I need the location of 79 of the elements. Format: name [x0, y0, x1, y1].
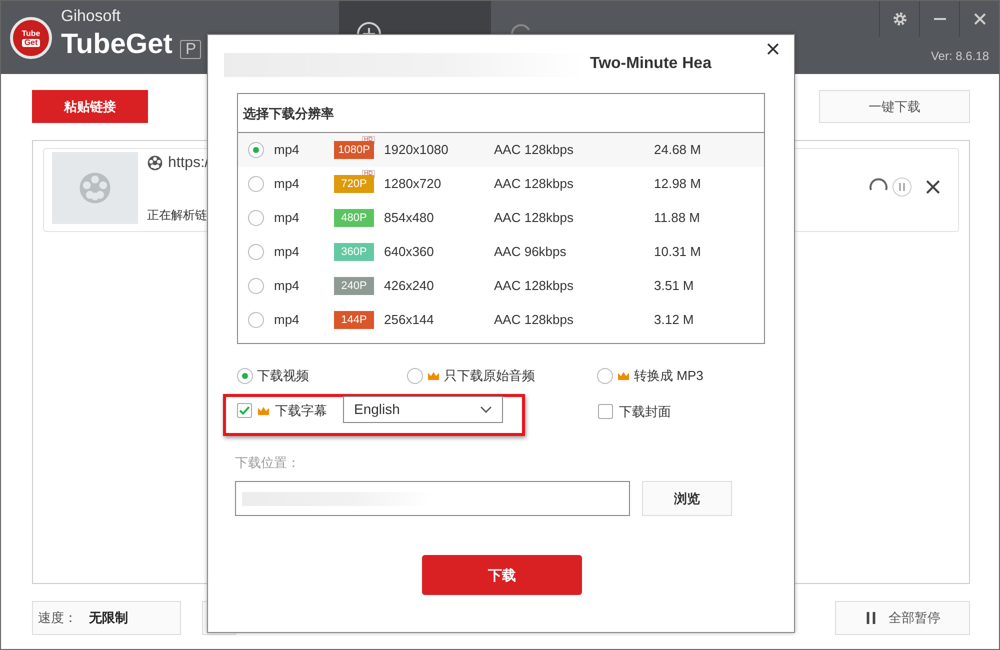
- cover-checkbox[interactable]: [598, 404, 613, 420]
- browse-button[interactable]: 浏览: [642, 481, 732, 516]
- radio-button[interactable]: [248, 312, 264, 328]
- speed-label: 速度：: [38, 609, 77, 628]
- option-label: 下载字幕: [275, 402, 327, 420]
- resolution-text: 854x480: [384, 209, 434, 228]
- close-icon[interactable]: [767, 43, 779, 55]
- radio-button[interactable]: [248, 278, 264, 294]
- pause-all-button[interactable]: 全部暂停: [835, 601, 970, 635]
- option-label: 下载视频: [257, 367, 309, 385]
- audio-text: AAC 128kbps: [494, 277, 574, 296]
- check-icon: [239, 406, 250, 416]
- quality-badge: 144P: [334, 311, 374, 329]
- speed-box[interactable]: 速度： 无限制: [32, 601, 181, 635]
- language-dropdown[interactable]: English: [343, 396, 503, 423]
- quality-badge: 1080P: [334, 141, 374, 159]
- radio-button[interactable]: [248, 210, 264, 226]
- paste-link-button[interactable]: 粘贴链接: [32, 90, 148, 123]
- audio-text: AAC 128kbps: [494, 141, 574, 160]
- app-logo: Tube Get: [10, 17, 52, 59]
- pause-icon[interactable]: [892, 177, 912, 197]
- location-label: 下载位置：: [235, 454, 300, 472]
- resolution-text: 1920x1080: [384, 141, 448, 160]
- brand-name: Gihosoft: [61, 7, 122, 27]
- size-text: 24.68 M: [654, 141, 701, 160]
- video-title: Two-Minute Hea: [590, 54, 712, 74]
- resolution-text: 1280x720: [384, 175, 442, 194]
- video-url: https:/: [168, 153, 209, 173]
- format-row[interactable]: mp4 240P 426x240 AAC 128kbps 3.51 M: [238, 269, 764, 303]
- quality-badge: 720P: [334, 175, 374, 193]
- radio-button[interactable]: [248, 244, 264, 260]
- settings-icon: [892, 11, 908, 27]
- film-reel-icon: [78, 171, 112, 205]
- resolution-text: 426x240: [384, 277, 434, 296]
- speed-value: 无限制: [89, 609, 128, 628]
- radio-button[interactable]: [597, 368, 613, 384]
- radio-button[interactable]: [248, 176, 264, 192]
- path-field[interactable]: [235, 481, 630, 516]
- format-text: mp4: [274, 209, 300, 228]
- audio-text: AAC 128kbps: [494, 209, 574, 228]
- resolution-text: 640x360: [384, 243, 434, 262]
- one-click-download-button[interactable]: 一键下载: [819, 90, 970, 123]
- pause-icon: [864, 611, 876, 625]
- format-row[interactable]: mp4 480P 854x480 AAC 128kbps 11.88 M: [238, 201, 764, 235]
- format-row[interactable]: mp4 144P 256x144 AAC 128kbps 3.12 M: [238, 303, 764, 337]
- format-text: mp4: [274, 175, 300, 194]
- version-label: Ver: 8.6.18: [930, 48, 989, 65]
- size-text: 3.51 M: [654, 277, 694, 296]
- size-text: 10.31 M: [654, 243, 701, 262]
- format-text: mp4: [274, 243, 300, 262]
- radio-button[interactable]: [407, 368, 423, 384]
- radio-button[interactable]: [248, 142, 264, 158]
- chevron-down-icon: [480, 406, 492, 414]
- option-label: 下载封面: [619, 403, 671, 421]
- status-text: 正在解析链: [147, 207, 208, 224]
- subtitle-checkbox[interactable]: [237, 403, 252, 418]
- resolution-text: 256x144: [384, 311, 434, 330]
- format-row[interactable]: mp4 360P 640x360 AAC 96kbps 10.31 M: [238, 235, 764, 269]
- close-icon[interactable]: [926, 180, 940, 194]
- download-button[interactable]: 下载: [422, 555, 582, 595]
- quality-badge: 360P: [334, 243, 374, 261]
- option-label: 转换成 MP3: [634, 367, 704, 385]
- film-reel-icon: [147, 155, 163, 172]
- format-text: mp4: [274, 277, 300, 296]
- audio-text: AAC 128kbps: [494, 175, 574, 194]
- size-text: 11.88 M: [654, 209, 700, 228]
- quality-badge: 240P: [334, 277, 374, 295]
- option-label: 只下载原始音频: [444, 367, 535, 385]
- close-icon: [974, 13, 986, 25]
- format-text: mp4: [274, 141, 300, 160]
- format-text: mp4: [274, 311, 300, 330]
- quality-badge: 480P: [334, 209, 374, 227]
- app-title: TubeGet: [61, 28, 172, 59]
- audio-text: AAC 96kbps: [494, 243, 566, 262]
- size-text: 12.98 M: [654, 175, 701, 194]
- edition-badge: P: [180, 40, 202, 59]
- radio-button[interactable]: [237, 368, 253, 384]
- audio-text: AAC 128kbps: [494, 311, 574, 330]
- size-text: 3.12 M: [654, 311, 694, 330]
